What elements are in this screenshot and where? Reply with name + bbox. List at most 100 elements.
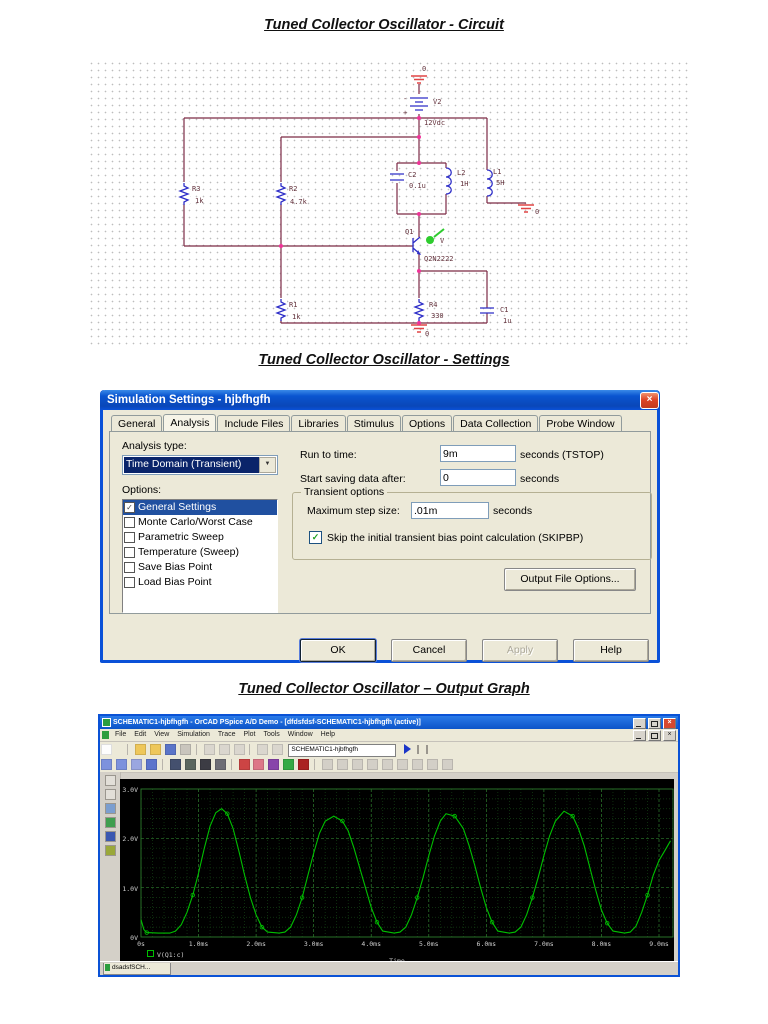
minimize-icon[interactable]: [633, 718, 647, 729]
cursor-peak-icon[interactable]: [322, 759, 334, 770]
pspice-titlebar[interactable]: SCHEMATIC1-hjbfhgfh - OrCAD PSpice A/D D…: [100, 716, 678, 729]
add-trace-icon[interactable]: [238, 759, 250, 770]
zoom-area-icon[interactable]: [130, 759, 142, 770]
pause-simulation-icon[interactable]: [417, 745, 429, 754]
cut-icon[interactable]: [203, 744, 215, 755]
menu-tools[interactable]: Tools: [263, 729, 279, 741]
run-to-time-input[interactable]: [440, 445, 516, 462]
undo-icon[interactable]: [257, 744, 269, 755]
start-saving-suffix: seconds: [520, 473, 560, 485]
pspice-tab-row: dsadsfSCH...: [100, 961, 678, 975]
checkbox-icon[interactable]: [124, 517, 135, 528]
zoom-fit-icon[interactable]: [145, 759, 157, 770]
paste-icon[interactable]: [233, 744, 245, 755]
menu-plot[interactable]: Plot: [243, 729, 255, 741]
mdi-minimize-icon[interactable]: [633, 730, 647, 741]
sim-queue-icon[interactable]: [104, 775, 116, 786]
close-icon[interactable]: ×: [663, 718, 676, 729]
max-step-input[interactable]: [411, 502, 489, 519]
cancel-button[interactable]: Cancel: [391, 639, 467, 662]
cursor-max-icon[interactable]: [382, 759, 394, 770]
menu-help[interactable]: Help: [321, 729, 335, 741]
chevron-down-icon[interactable]: ▼: [259, 457, 276, 473]
start-saving-input[interactable]: [440, 469, 516, 486]
transient-options-group: Transient options Maximum step size: sec…: [292, 486, 652, 560]
option-general-settings[interactable]: ✓ General Settings: [123, 500, 277, 515]
apply-button[interactable]: Apply: [482, 639, 558, 662]
watch-window-icon[interactable]: [104, 817, 116, 828]
copy-icon[interactable]: [218, 744, 230, 755]
cursor-search-icon[interactable]: [411, 759, 423, 770]
mdi-close-icon[interactable]: ×: [663, 730, 676, 741]
voltage-probe-icon[interactable]: V: [426, 228, 445, 245]
option-save-bias-point[interactable]: Save Bias Point: [123, 560, 277, 575]
option-load-bias-point[interactable]: Load Bias Point: [123, 575, 277, 590]
dialog-titlebar[interactable]: Simulation Settings - hjbfhgfh ×: [100, 390, 660, 410]
new-file-icon[interactable]: [101, 744, 112, 755]
restore-icon[interactable]: [648, 718, 662, 729]
log-x-axis-icon[interactable]: [169, 759, 181, 770]
capacitor-c1: [480, 307, 494, 314]
cursor-point-icon[interactable]: [397, 759, 409, 770]
save-icon[interactable]: [164, 744, 176, 755]
ok-button[interactable]: OK: [300, 639, 376, 662]
checkbox-icon[interactable]: [124, 547, 135, 558]
probe-window-icon[interactable]: [104, 845, 116, 856]
menu-trace[interactable]: Trace: [218, 729, 236, 741]
menu-window[interactable]: Window: [288, 729, 313, 741]
label-point-icon[interactable]: [441, 759, 453, 770]
run-simulation-icon[interactable]: [404, 744, 412, 754]
zoom-out-icon[interactable]: [115, 759, 127, 770]
tab-libraries[interactable]: Libraries: [291, 415, 346, 431]
option-label: Monte Carlo/Worst Case: [138, 516, 253, 528]
cursor-next-icon[interactable]: [426, 759, 438, 770]
x-tick-label: 7.0ms: [534, 940, 554, 948]
cursor-min-icon[interactable]: [367, 759, 379, 770]
print-icon[interactable]: [179, 744, 191, 755]
option-monte-carlo[interactable]: Monte Carlo/Worst Case: [123, 515, 277, 530]
plot-window-tab[interactable]: dsadsfSCH...: [103, 963, 171, 975]
text-label-icon[interactable]: [268, 759, 280, 770]
output-window-icon[interactable]: [104, 803, 116, 814]
menu-file[interactable]: File: [115, 729, 126, 741]
tab-analysis[interactable]: Analysis: [163, 414, 217, 432]
performance-icon[interactable]: [214, 759, 226, 770]
analysis-type-dropdown[interactable]: Time Domain (Transient) ▼: [122, 455, 278, 475]
eval-goal-icon[interactable]: [253, 759, 265, 770]
help-button[interactable]: Help: [573, 639, 649, 662]
menu-simulation[interactable]: Simulation: [177, 729, 210, 741]
checkbox-checked-icon[interactable]: ✓: [124, 502, 135, 513]
devices-window-icon[interactable]: [104, 831, 116, 842]
tab-stimulus[interactable]: Stimulus: [346, 415, 401, 431]
output-file-options-button[interactable]: Output File Options...: [504, 568, 636, 591]
tab-probe-window[interactable]: Probe Window: [539, 415, 622, 431]
fourier-icon[interactable]: [199, 759, 211, 770]
mdi-restore-icon[interactable]: [648, 730, 662, 741]
zoom-in-icon[interactable]: [101, 759, 112, 770]
checkbox-icon[interactable]: [124, 532, 135, 543]
open-project-icon[interactable]: [149, 744, 161, 755]
tab-options[interactable]: Options: [401, 415, 453, 431]
skipbp-checkbox[interactable]: ✓: [309, 531, 322, 544]
mark-data-points-icon[interactable]: [298, 759, 310, 770]
cursor-trough-icon[interactable]: [337, 759, 349, 770]
log-y-axis-icon[interactable]: [184, 759, 196, 770]
run-to-time-suffix: seconds (TSTOP): [520, 449, 604, 461]
option-parametric-sweep[interactable]: Parametric Sweep: [123, 530, 277, 545]
tab-general[interactable]: General: [111, 415, 163, 431]
new-file-dropdown-icon[interactable]: [115, 744, 122, 755]
close-icon[interactable]: ×: [640, 392, 659, 409]
cursor-toggle-icon[interactable]: [283, 759, 295, 770]
sim-status-icon[interactable]: [104, 789, 116, 800]
menu-view[interactable]: View: [154, 729, 169, 741]
menu-edit[interactable]: Edit: [134, 729, 146, 741]
cursor-slope-icon[interactable]: [352, 759, 364, 770]
checkbox-icon[interactable]: [124, 562, 135, 573]
open-file-icon[interactable]: [134, 744, 146, 755]
redo-icon[interactable]: [272, 744, 284, 755]
tab-include-files[interactable]: Include Files: [217, 415, 291, 431]
tab-data-collection[interactable]: Data Collection: [453, 415, 539, 431]
checkbox-icon[interactable]: [124, 577, 135, 588]
option-temperature-sweep[interactable]: Temperature (Sweep): [123, 545, 277, 560]
simulation-profile-combo[interactable]: SCHEMATIC1-hjbfhgfh: [288, 744, 397, 757]
